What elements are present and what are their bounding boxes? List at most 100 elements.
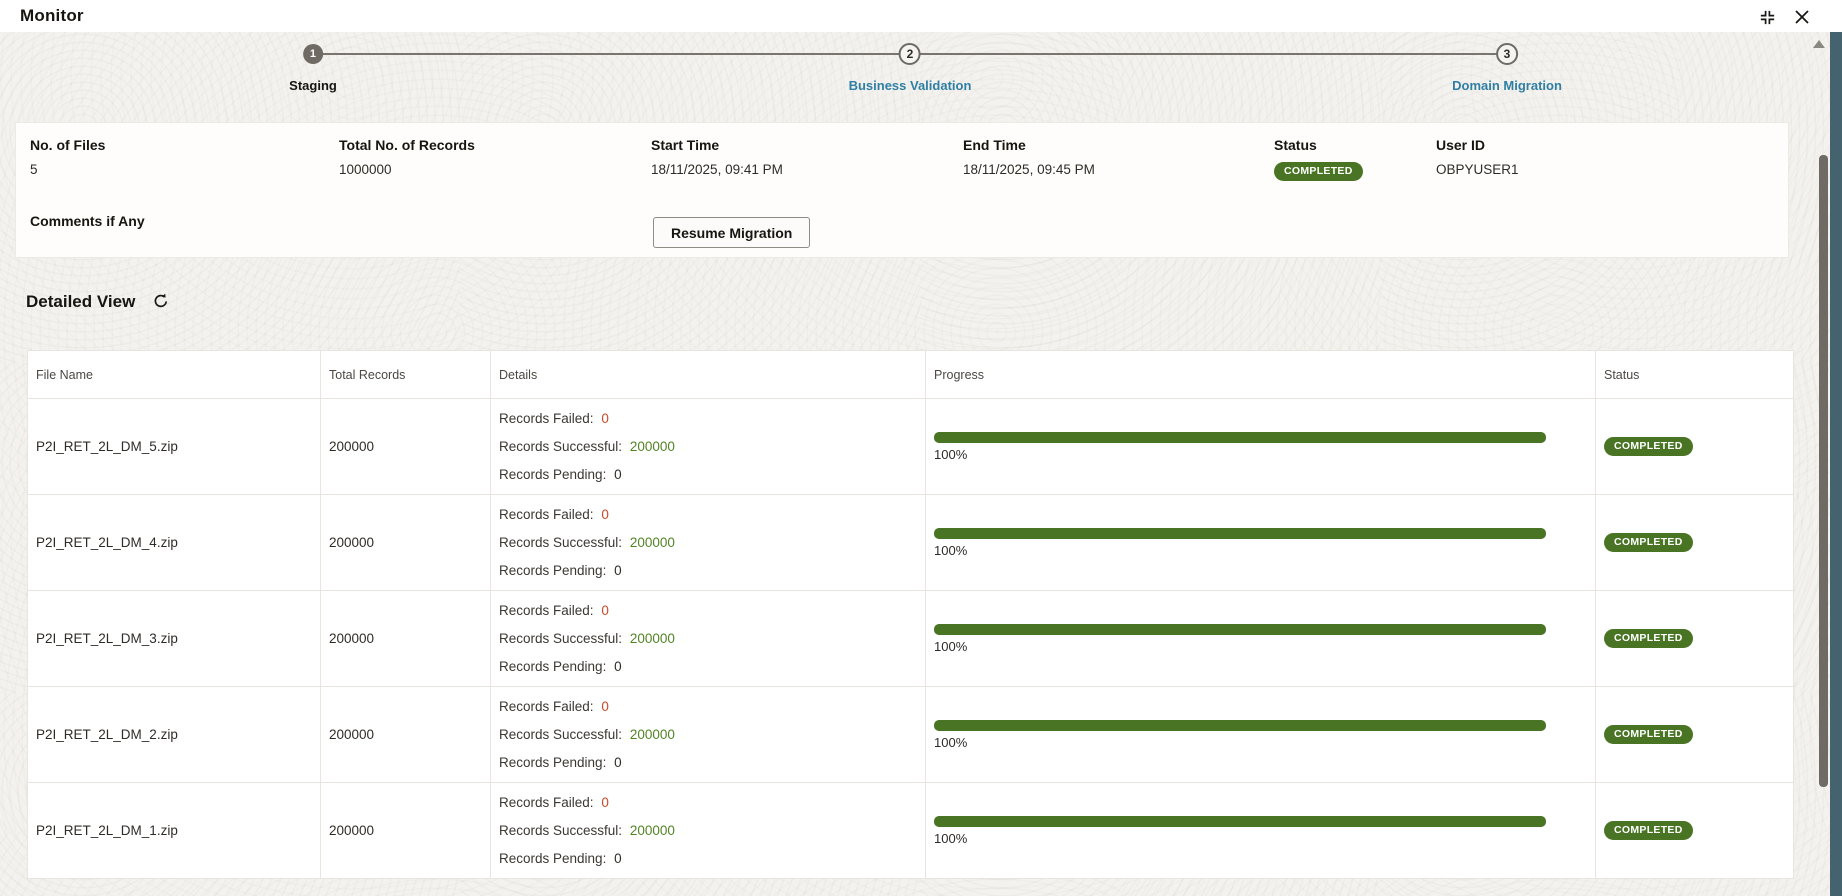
records-successful-value: 200000 [629, 534, 675, 550]
details-cell: Records Failed: 0 Records Successful: 20… [490, 494, 926, 591]
status-cell: COMPLETED [1595, 686, 1794, 783]
progress-bar-track [934, 527, 1546, 539]
step-label: Business Validation [848, 78, 972, 93]
window-header: Monitor [0, 0, 1842, 32]
records-successful-label: Records Successful: [499, 630, 623, 646]
file-name-cell: P2I_RET_2L_DM_2.zip [27, 686, 321, 783]
progress-bar-fill [934, 431, 1546, 443]
row-status-badge: COMPLETED [1604, 437, 1693, 456]
details-cell: Records Failed: 0 Records Successful: 20… [490, 782, 926, 879]
records-failed-value: 0 [601, 602, 609, 618]
records-successful-value: 200000 [629, 438, 675, 454]
step-business-validation[interactable]: 2 Business Validation [848, 41, 972, 93]
records-successful-value: 200000 [629, 630, 675, 646]
total-records-cell: 200000 [320, 398, 491, 495]
close-button[interactable] [1792, 7, 1812, 27]
progress-cell: 100% [925, 494, 1596, 591]
records-successful-label: Records Successful: [499, 822, 623, 838]
records-failed-label: Records Failed: [499, 602, 594, 618]
row-status-badge: COMPLETED [1604, 533, 1693, 552]
progress-bar-track [934, 815, 1546, 827]
table-row: P2I_RET_2L_DM_4.zip 200000 Records Faile… [27, 494, 1794, 591]
details-cell: Records Failed: 0 Records Successful: 20… [490, 398, 926, 495]
monitor-content: 1 Staging 2 Business Validation 3 Domain… [0, 32, 1830, 896]
file-name-cell: P2I_RET_2L_DM_1.zip [27, 782, 321, 879]
records-failed-label: Records Failed: [499, 698, 594, 714]
file-name-cell: P2I_RET_2L_DM_5.zip [27, 398, 321, 495]
progress-cell: 100% [925, 782, 1596, 879]
resume-migration-button[interactable]: Resume Migration [653, 217, 811, 248]
step-number-badge: 2 [898, 43, 921, 65]
column-header-total-records: Total Records [320, 350, 491, 399]
progress-bar-fill [934, 719, 1546, 731]
step-number-badge: 1 [302, 44, 323, 64]
records-successful-value: 200000 [629, 822, 675, 838]
table-row: P2I_RET_2L_DM_5.zip 200000 Records Faile… [27, 398, 1794, 495]
monitor-window: Monitor 1 Staging 2 Business Validation … [0, 0, 1842, 896]
vertical-scrollbar-thumb[interactable] [1819, 155, 1828, 787]
field-status: Status COMPLETED [1274, 137, 1363, 181]
records-failed-label: Records Failed: [499, 410, 594, 426]
total-records-cell: 200000 [320, 494, 491, 591]
records-failed-label: Records Failed: [499, 794, 594, 810]
records-pending-value: 0 [614, 466, 622, 482]
details-cell: Records Failed: 0 Records Successful: 20… [490, 686, 926, 783]
status-cell: COMPLETED [1595, 782, 1794, 879]
progress-cell: 100% [925, 686, 1596, 783]
file-name-cell: P2I_RET_2L_DM_3.zip [27, 590, 321, 687]
comments-label: Comments if Any [30, 213, 145, 229]
progress-bar-track [934, 431, 1546, 443]
row-status-badge: COMPLETED [1604, 725, 1693, 744]
total-records-cell: 200000 [320, 590, 491, 687]
refresh-button[interactable] [151, 292, 171, 312]
records-pending-label: Records Pending: [499, 466, 607, 482]
row-status-badge: COMPLETED [1604, 821, 1693, 840]
status-cell: COMPLETED [1595, 494, 1794, 591]
records-pending-value: 0 [614, 562, 622, 578]
migration-stepper: 1 Staging 2 Business Validation 3 Domain… [0, 32, 1830, 132]
records-pending-label: Records Pending: [499, 562, 607, 578]
progress-percent-label: 100% [934, 446, 968, 462]
records-pending-value: 0 [614, 658, 622, 674]
progress-cell: 100% [925, 398, 1596, 495]
progress-percent-label: 100% [934, 830, 968, 846]
migration-summary-panel: No. of Files 5 Total No. of Records 1000… [15, 122, 1789, 258]
progress-bar-fill [934, 527, 1546, 539]
column-header-status: Status [1595, 350, 1794, 399]
page-title: Monitor [20, 6, 84, 25]
records-failed-value: 0 [601, 410, 609, 426]
progress-bar-fill [934, 815, 1546, 827]
records-failed-value: 0 [601, 698, 609, 714]
field-start-time: Start Time 18/11/2025, 09:41 PM [651, 137, 783, 177]
step-staging[interactable]: 1 Staging [289, 41, 337, 93]
step-domain-migration[interactable]: 3 Domain Migration [1452, 41, 1562, 93]
exit-fullscreen-icon [1758, 8, 1777, 27]
scrollbar-up-arrow[interactable] [1813, 40, 1825, 48]
step-label: Staging [289, 78, 337, 93]
detailed-view-table: File Name Total Records Details Progress… [27, 350, 1794, 879]
records-successful-label: Records Successful: [499, 534, 623, 550]
detailed-view-title: Detailed View [26, 292, 136, 311]
column-header-progress: Progress [925, 350, 1596, 399]
field-end-time: End Time 18/11/2025, 09:45 PM [963, 137, 1095, 177]
total-records-cell: 200000 [320, 782, 491, 879]
progress-percent-label: 100% [934, 734, 968, 750]
records-successful-label: Records Successful: [499, 726, 623, 742]
table-row: P2I_RET_2L_DM_3.zip 200000 Records Faile… [27, 590, 1794, 687]
progress-bar-track [934, 623, 1546, 635]
progress-bar-track [934, 719, 1546, 731]
table-header-row: File Name Total Records Details Progress… [27, 350, 1794, 399]
records-failed-value: 0 [601, 506, 609, 522]
status-cell: COMPLETED [1595, 398, 1794, 495]
progress-percent-label: 100% [934, 542, 968, 558]
records-successful-value: 200000 [629, 726, 675, 742]
details-cell: Records Failed: 0 Records Successful: 20… [490, 590, 926, 687]
field-total-records: Total No. of Records 1000000 [339, 137, 475, 177]
field-user-id: User ID OBPYUSER1 [1436, 137, 1519, 177]
step-number-badge: 3 [1496, 43, 1518, 65]
field-no-of-files: No. of Files 5 [30, 137, 106, 177]
progress-percent-label: 100% [934, 638, 968, 654]
records-pending-label: Records Pending: [499, 754, 607, 770]
exit-fullscreen-button[interactable] [1757, 7, 1777, 27]
records-pending-value: 0 [614, 850, 622, 866]
